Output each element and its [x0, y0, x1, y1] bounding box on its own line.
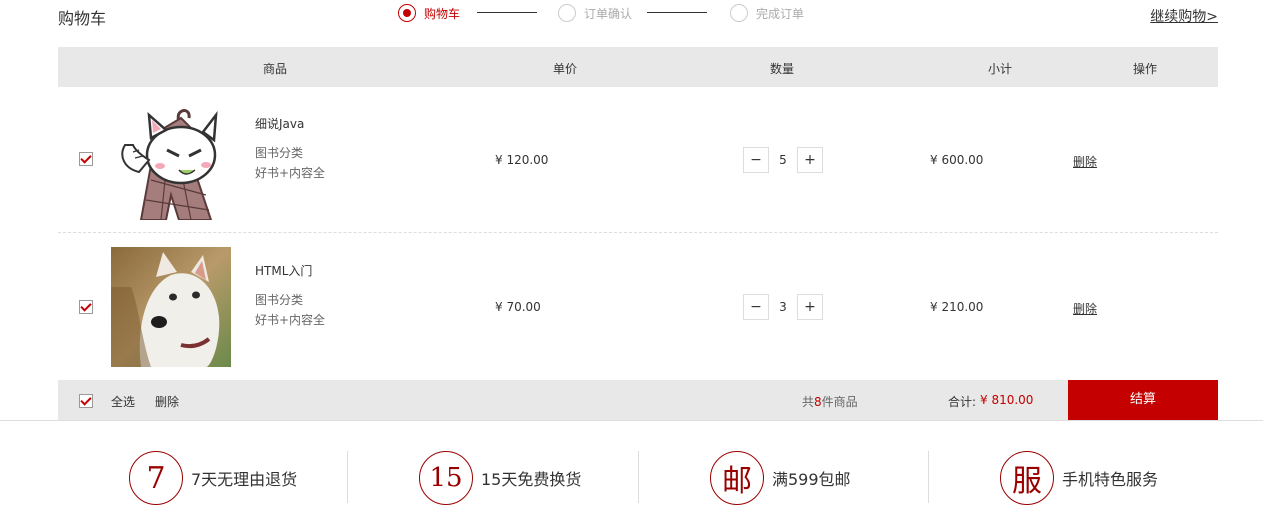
product-name[interactable]: HTML入门 — [255, 262, 312, 279]
unit-price: ¥ 120.00 — [495, 153, 549, 167]
item-count-suffix: 件商品 — [821, 395, 858, 409]
step-inactive-icon — [730, 4, 748, 22]
continue-shopping-link[interactable]: 继续购物> — [1150, 6, 1218, 26]
service-separator — [347, 451, 348, 503]
service-return: 7 7天无理由退货 — [129, 451, 297, 505]
service-icon: 服 — [1000, 451, 1054, 505]
service-separator — [638, 451, 639, 503]
item-checkbox[interactable] — [79, 300, 93, 314]
step-label: 订单确认 — [584, 6, 633, 21]
product-name[interactable]: 细说Java — [255, 115, 304, 132]
product-category: 图书分类 — [255, 146, 304, 160]
select-all-checkbox[interactable] — [79, 394, 93, 408]
product-tag: 好书+内容全 — [255, 313, 326, 327]
service-text: 15天免费换货 — [481, 470, 582, 489]
seven-day-return-icon: 7 — [129, 451, 183, 505]
item-checkbox[interactable] — [79, 152, 93, 166]
service-text: 满599包邮 — [772, 470, 851, 489]
total-label: 合计: — [948, 395, 977, 409]
service-exchange: 15 15天免费换货 — [419, 451, 581, 505]
step-label: 完成订单 — [756, 6, 805, 21]
table-header: 商品 单价 数量 小计 操作 — [58, 47, 1218, 87]
item-count-prefix: 共 — [802, 395, 815, 409]
item-count: 共8件商品 — [802, 393, 858, 410]
bulk-delete-link[interactable]: 删除 — [155, 393, 179, 410]
service-text: 手机特色服务 — [1062, 470, 1159, 489]
checkout-button[interactable]: 结算 — [1068, 380, 1218, 420]
service-text: 7天无理由退货 — [191, 470, 298, 489]
column-header-product: 商品 — [263, 62, 288, 76]
white-dog-photo — [111, 247, 231, 367]
step-inactive-icon — [558, 4, 576, 22]
product-category: 图书分类 — [255, 293, 304, 307]
step-active-icon — [398, 4, 416, 22]
increase-quantity-button[interactable]: + — [797, 294, 823, 320]
service-separator — [928, 451, 929, 503]
service-free-shipping: 邮 满599包邮 — [710, 451, 851, 505]
unit-price: ¥ 70.00 — [495, 300, 541, 314]
quantity-value[interactable]: 5 — [771, 153, 795, 167]
item-count-value: 8 — [814, 395, 822, 409]
step-connector — [647, 12, 707, 13]
column-header-subtotal: 小计 — [988, 62, 1013, 76]
step-connector — [477, 12, 537, 13]
mail-icon: 邮 — [710, 451, 764, 505]
table-row: 细说Java 图书分类 好书+内容全 ¥ 120.00 − 5 + ¥ 600.… — [58, 87, 1218, 233]
divider — [0, 420, 1263, 421]
decrease-quantity-button[interactable]: − — [743, 147, 769, 173]
step-confirm: 订单确认 — [558, 3, 632, 23]
step-cart: 购物车 — [398, 3, 460, 23]
service-mobile: 服 手机特色服务 — [1000, 451, 1158, 505]
delete-item-link[interactable]: 删除 — [1073, 300, 1097, 317]
fifteen-day-exchange-icon: 15 — [419, 451, 473, 505]
item-subtotal: ¥ 600.00 — [930, 153, 984, 167]
select-all-label[interactable]: 全选 — [111, 393, 135, 410]
product-tag: 好书+内容全 — [255, 166, 326, 180]
item-subtotal: ¥ 210.00 — [930, 300, 984, 314]
cartoon-cat-image — [111, 100, 231, 220]
column-header-action: 操作 — [1133, 62, 1158, 76]
delete-item-link[interactable]: 删除 — [1073, 153, 1097, 170]
step-complete: 完成订单 — [730, 3, 804, 23]
total-value: ¥ 810.00 — [980, 393, 1034, 407]
quantity-value[interactable]: 3 — [771, 300, 795, 314]
column-header-price: 单价 — [553, 62, 578, 76]
page-title: 购物车 — [58, 9, 107, 28]
step-label: 购物车 — [424, 6, 461, 21]
table-row: HTML入门 图书分类 好书+内容全 ¥ 70.00 − 3 + ¥ 210.0… — [58, 234, 1218, 380]
column-header-quantity: 数量 — [770, 62, 795, 76]
decrease-quantity-button[interactable]: − — [743, 294, 769, 320]
cart-summary-bar: 全选 删除 共8件商品 合计: ¥ 810.00 结算 — [58, 380, 1218, 420]
increase-quantity-button[interactable]: + — [797, 147, 823, 173]
